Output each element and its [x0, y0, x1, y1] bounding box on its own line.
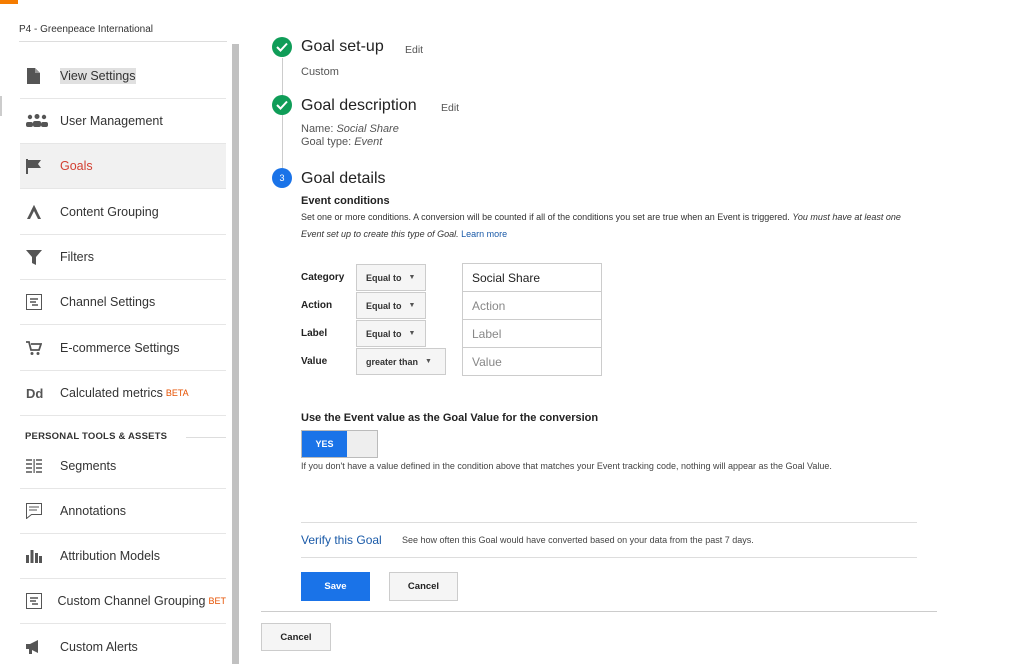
sidebar-item-goals[interactable]: Goals — [20, 144, 226, 189]
goal-type-label: Goal type: — [301, 136, 352, 148]
sidebar-item-label: Attribution Models — [60, 549, 161, 563]
chevron-down-icon: ▼ — [408, 274, 416, 281]
sidebar-item-user-management[interactable]: User Management — [20, 99, 226, 144]
sidebar-item-label: User Management — [60, 114, 163, 128]
sidebar-item-custom-channel-grouping[interactable]: Custom Channel Grouping BET — [20, 579, 226, 624]
sidebar-item-label: Content Grouping — [60, 205, 159, 219]
channel-settings-icon — [20, 294, 60, 310]
event-conditions-description: Set one or more conditions. A conversion… — [301, 209, 921, 243]
goal-name-value: Social Share — [336, 123, 399, 135]
action-operator-select[interactable]: Equal to ▼ — [356, 292, 426, 319]
step-number-badge: 3 — [272, 168, 292, 188]
property-name: P4 - Greenpeace International — [19, 24, 153, 35]
value-value-input[interactable] — [462, 347, 602, 376]
use-event-value-note: If you don't have a value defined in the… — [301, 461, 832, 471]
goal-type-value: Event — [354, 136, 383, 148]
goal-description-summary: Name: Social Share Goal type: Event — [301, 123, 399, 149]
category-operator-value: Equal to — [366, 272, 402, 283]
verify-divider-top — [301, 522, 917, 523]
section-header-personal-tools: PERSONAL TOOLS & ASSETS — [25, 431, 168, 442]
condition-label-category: Category — [301, 272, 345, 283]
value-operator-select[interactable]: greater than ▼ — [356, 348, 446, 375]
goal-name-label: Name: — [301, 123, 334, 135]
people-icon — [20, 114, 60, 128]
condition-label-value: Value — [301, 356, 328, 367]
goal-description-title: Goal description — [301, 97, 417, 114]
sidebar-item-label: Channel Settings — [60, 295, 156, 309]
use-event-value-toggle[interactable]: YES — [301, 430, 378, 458]
sidebar-item-filters[interactable]: Filters — [20, 235, 226, 280]
learn-more-link[interactable]: Learn more — [461, 229, 507, 239]
chevron-down-icon: ▼ — [408, 330, 416, 337]
sidebar-item-label: Custom Channel Grouping — [57, 594, 206, 608]
cancel-button[interactable]: Cancel — [389, 572, 458, 601]
event-conditions-text: Set one or more conditions. A conversion… — [301, 212, 790, 222]
sidebar-item-label: Calculated metrics — [60, 386, 163, 400]
check-icon — [272, 37, 292, 57]
sidebar-item-label: E-commerce Settings — [60, 341, 180, 355]
verify-divider-bottom — [301, 557, 917, 558]
sidebar-item-label: Filters — [60, 250, 95, 264]
section-divider — [186, 437, 226, 438]
sidebar-item-label: Segments — [60, 459, 117, 473]
use-event-value-title: Use the Event value as the Goal Value fo… — [301, 412, 599, 424]
sidebar-item-calculated-metrics[interactable]: Dd Calculated metrics BETA — [20, 371, 226, 416]
sidebar-item-content-grouping[interactable]: Content Grouping — [20, 190, 226, 235]
sidebar-scrollbar[interactable] — [232, 44, 239, 664]
sidebar-item-ecommerce-settings[interactable]: E-commerce Settings — [20, 326, 226, 371]
annotations-icon — [20, 503, 60, 519]
dd-icon: Dd — [20, 386, 60, 401]
admin-sidebar: P4 - Greenpeace International View Setti… — [0, 0, 242, 664]
sidebar-item-label: Goals — [60, 159, 93, 173]
custom-channel-icon — [20, 593, 57, 609]
goal-setup-edit-link[interactable]: Edit — [405, 44, 423, 56]
check-icon — [272, 95, 292, 115]
sidebar-item-label: View Settings — [60, 68, 136, 84]
goal-details-title: Goal details — [301, 170, 386, 187]
label-value-input[interactable] — [462, 319, 602, 348]
verify-goal-link[interactable]: Verify this Goal — [301, 533, 382, 547]
segments-icon — [20, 459, 60, 473]
sidebar-item-custom-alerts[interactable]: Custom Alerts — [20, 625, 226, 664]
verify-goal-description: See how often this Goal would have conve… — [402, 535, 754, 545]
sidebar-item-channel-settings[interactable]: Channel Settings — [20, 280, 226, 325]
value-operator-value: greater than — [366, 356, 419, 367]
cart-icon — [20, 340, 60, 356]
content-grouping-icon — [20, 204, 60, 220]
category-value-input[interactable] — [462, 263, 602, 292]
flag-icon — [20, 158, 60, 174]
sidebar-item-attribution-models[interactable]: Attribution Models — [20, 534, 226, 579]
property-divider — [19, 41, 227, 42]
goal-setup-summary: Custom — [301, 66, 339, 78]
goal-setup-title: Goal set-up — [301, 38, 384, 55]
toggle-knob — [347, 431, 377, 457]
footer-divider — [261, 611, 937, 612]
dd-glyph: Dd — [26, 385, 44, 401]
beta-badge: BETA — [165, 388, 189, 398]
document-icon — [20, 68, 60, 84]
goal-description-edit-link[interactable]: Edit — [441, 102, 459, 114]
condition-label-label: Label — [301, 328, 328, 339]
category-operator-select[interactable]: Equal to ▼ — [356, 264, 426, 291]
filter-icon — [20, 249, 60, 265]
save-button[interactable]: Save — [301, 572, 370, 601]
sidebar-item-segments[interactable]: Segments — [20, 444, 226, 489]
label-operator-value: Equal to — [366, 328, 402, 339]
chevron-down-icon: ▼ — [408, 302, 416, 309]
bottom-cancel-button[interactable]: Cancel — [261, 623, 331, 651]
sidebar-item-label: Custom Alerts — [60, 640, 138, 654]
sidebar-item-view-settings[interactable]: View Settings — [20, 54, 226, 99]
event-conditions-title: Event conditions — [301, 195, 390, 207]
megaphone-icon — [20, 639, 60, 655]
beta-badge: BET — [208, 596, 226, 606]
action-operator-value: Equal to — [366, 300, 402, 311]
toggle-on-label: YES — [302, 431, 347, 457]
chevron-down-icon: ▼ — [425, 358, 432, 365]
sidebar-item-annotations[interactable]: Annotations — [20, 489, 226, 534]
action-value-input[interactable] — [462, 291, 602, 320]
attribution-icon — [20, 549, 60, 563]
label-operator-select[interactable]: Equal to ▼ — [356, 320, 426, 347]
condition-label-action: Action — [301, 300, 333, 311]
sidebar-item-label: Annotations — [60, 504, 127, 518]
